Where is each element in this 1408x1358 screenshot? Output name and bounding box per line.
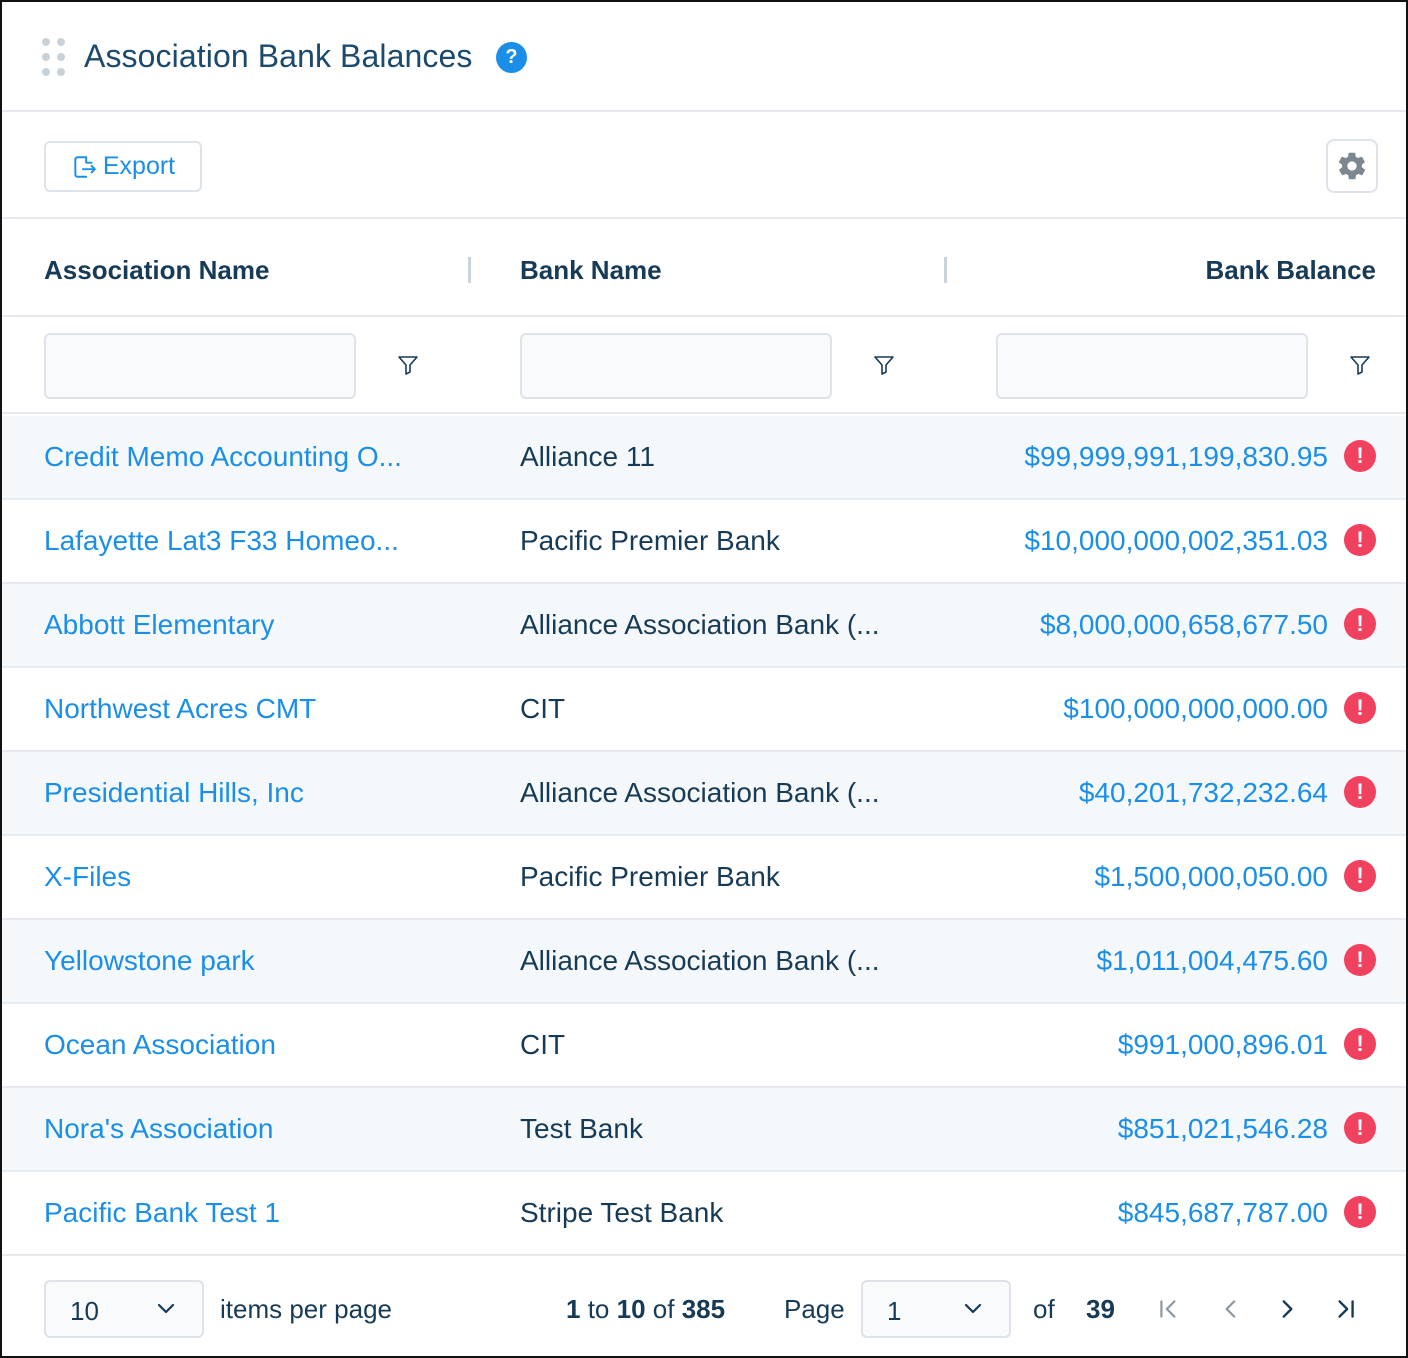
range-of: of — [652, 1294, 675, 1324]
association-link[interactable]: Presidential Hills, Inc — [44, 777, 304, 809]
alert-icon[interactable]: ! — [1344, 944, 1376, 976]
range-to: to — [587, 1294, 610, 1324]
alert-icon[interactable]: ! — [1344, 1028, 1376, 1060]
association-link[interactable]: Ocean Association — [44, 1029, 276, 1061]
filter-icon[interactable] — [396, 353, 420, 377]
association-link[interactable]: Nora's Association — [44, 1113, 273, 1145]
last-page-icon[interactable] — [1332, 1296, 1358, 1322]
previous-page-icon[interactable] — [1218, 1296, 1244, 1322]
column-resize-handle[interactable] — [944, 257, 947, 283]
page-size-select[interactable]: 10 — [44, 1280, 204, 1338]
table-row: Yellowstone park Alliance Association Ba… — [2, 920, 1406, 1004]
alert-icon[interactable]: ! — [1344, 608, 1376, 640]
balance-link[interactable]: $100,000,000,000.00 — [1063, 693, 1328, 725]
bank-name-cell: Alliance Association Bank (... — [520, 777, 880, 808]
column-header-bank-balance[interactable]: Bank Balance — [1205, 255, 1376, 286]
alert-icon[interactable]: ! — [1344, 1196, 1376, 1228]
alert-icon[interactable]: ! — [1344, 776, 1376, 808]
association-link[interactable]: Abbott Elementary — [44, 609, 274, 641]
filter-row — [2, 319, 1406, 414]
balance-link[interactable]: $99,999,991,199,830.95 — [1024, 441, 1328, 473]
association-filter-input[interactable] — [44, 333, 356, 399]
table-row: Credit Memo Accounting O... Alliance 11 … — [2, 416, 1406, 500]
table-row: Abbott Elementary Alliance Association B… — [2, 584, 1406, 668]
chevron-down-icon — [157, 1303, 175, 1314]
widget-header: Association Bank Balances ? — [2, 2, 1406, 112]
association-link[interactable]: Yellowstone park — [44, 945, 255, 977]
balance-link[interactable]: $851,021,546.28 — [1118, 1113, 1328, 1145]
table-row: Northwest Acres CMT CIT $100,000,000,000… — [2, 668, 1406, 752]
bank-name-cell: Test Bank — [520, 1113, 643, 1144]
export-button[interactable]: Export — [44, 141, 202, 192]
alert-icon[interactable]: ! — [1344, 860, 1376, 892]
table-row: X-Files Pacific Premier Bank $1,500,000,… — [2, 836, 1406, 920]
balance-link[interactable]: $845,687,787.00 — [1118, 1197, 1328, 1229]
current-page-value: 1 — [887, 1296, 902, 1326]
first-page-icon[interactable] — [1156, 1296, 1182, 1322]
of-label: of — [1033, 1294, 1055, 1324]
help-icon[interactable]: ? — [496, 42, 527, 73]
bank-name-cell: CIT — [520, 1029, 566, 1060]
alert-icon[interactable]: ! — [1344, 440, 1376, 472]
association-link[interactable]: Lafayette Lat3 F33 Homeo... — [44, 525, 399, 557]
toolbar: Export — [2, 114, 1406, 219]
table-row: Nora's Association Test Bank $851,021,54… — [2, 1088, 1406, 1172]
alert-icon[interactable]: ! — [1344, 524, 1376, 556]
bank-name-cell: CIT — [520, 693, 566, 724]
page-title: Association Bank Balances — [84, 38, 473, 74]
page-size-value: 10 — [70, 1296, 99, 1326]
bank-name-cell: Stripe Test Bank — [520, 1197, 724, 1228]
drag-handle-icon[interactable] — [42, 38, 66, 76]
table-row: Ocean Association CIT $991,000,896.01 ! — [2, 1004, 1406, 1088]
association-link[interactable]: Credit Memo Accounting O... — [44, 441, 402, 473]
chevron-down-icon — [964, 1303, 982, 1314]
association-link[interactable]: X-Files — [44, 861, 131, 893]
export-label: Export — [102, 152, 176, 180]
balance-link[interactable]: $1,500,000,050.00 — [1094, 861, 1328, 893]
bank-balances-widget: Association Bank Balances ? Export Assoc… — [0, 0, 1408, 1358]
settings-button[interactable] — [1326, 139, 1378, 193]
bank-name-cell: Pacific Premier Bank — [520, 525, 780, 556]
export-icon — [74, 155, 96, 178]
pagination-range: 1 to 10 of 385 — [566, 1294, 725, 1325]
bank-name-cell: Alliance Association Bank (... — [520, 609, 880, 640]
alert-icon[interactable]: ! — [1344, 1112, 1376, 1144]
page-count: 39 — [1086, 1294, 1115, 1324]
next-page-icon[interactable] — [1274, 1296, 1300, 1322]
association-link[interactable]: Northwest Acres CMT — [44, 693, 316, 725]
bank-name-cell: Pacific Premier Bank — [520, 861, 780, 892]
page-select[interactable]: 1 — [861, 1280, 1011, 1338]
balance-link[interactable]: $1,011,004,475.60 — [1097, 945, 1328, 977]
table-row: Presidential Hills, Inc Alliance Associa… — [2, 752, 1406, 836]
balance-filter-input[interactable] — [996, 333, 1308, 399]
gear-icon — [1338, 152, 1366, 180]
filter-icon[interactable] — [1348, 353, 1372, 377]
balance-link[interactable]: $991,000,896.01 — [1118, 1029, 1328, 1061]
table-header: Association Name Bank Name Bank Balance — [2, 221, 1406, 317]
items-per-page-label: items per page — [220, 1294, 392, 1324]
association-link[interactable]: Pacific Bank Test 1 — [44, 1197, 280, 1229]
range-total: 385 — [681, 1294, 726, 1324]
balance-link[interactable]: $40,201,732,232.64 — [1079, 777, 1328, 809]
column-resize-handle[interactable] — [468, 257, 471, 283]
bank-name-cell: Alliance 11 — [520, 441, 655, 472]
filter-icon[interactable] — [872, 353, 896, 377]
table-body: Credit Memo Accounting O... Alliance 11 … — [2, 416, 1406, 1256]
balance-link[interactable]: $8,000,000,658,677.50 — [1040, 609, 1328, 641]
range-start: 1 — [566, 1294, 581, 1324]
alert-icon[interactable]: ! — [1344, 692, 1376, 724]
bank-name-cell: Alliance Association Bank (... — [520, 945, 880, 976]
bank-filter-input[interactable] — [520, 333, 832, 399]
balance-link[interactable]: $10,000,000,002,351.03 — [1024, 525, 1328, 557]
column-header-bank-name[interactable]: Bank Name — [520, 255, 662, 286]
pagination-bar: 10 items per page 1 to 10 of 385 Page 1 … — [2, 1256, 1406, 1356]
range-end: 10 — [616, 1294, 646, 1324]
column-header-association-name[interactable]: Association Name — [44, 255, 269, 286]
table-row: Lafayette Lat3 F33 Homeo... Pacific Prem… — [2, 500, 1406, 584]
table-row: Pacific Bank Test 1 Stripe Test Bank $84… — [2, 1172, 1406, 1256]
page-label: Page — [784, 1294, 845, 1324]
